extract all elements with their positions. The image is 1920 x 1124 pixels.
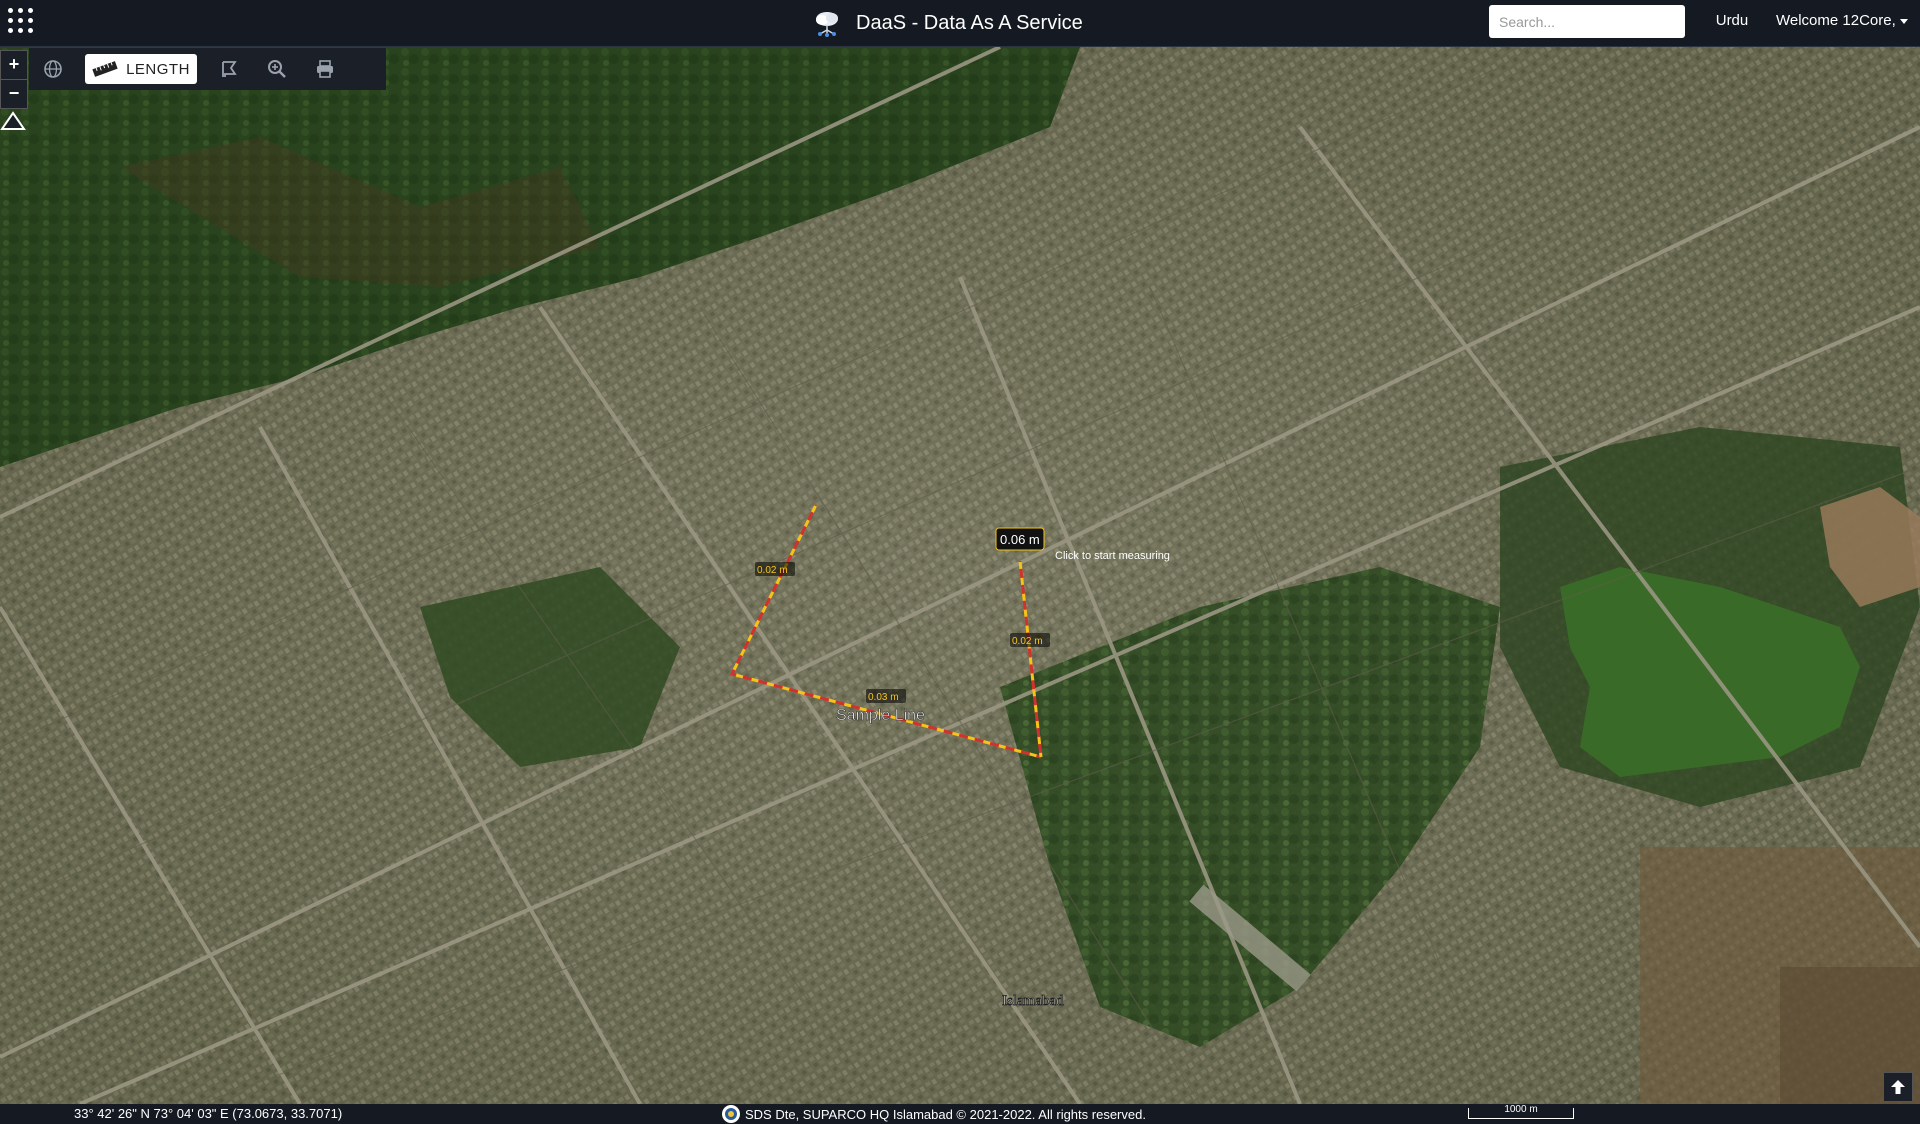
cursor-coordinates: 33° 42' 26" N 73° 04' 03" E (73.0673, 33… <box>74 1106 343 1121</box>
cloud-logo-icon <box>816 12 838 37</box>
apps-grid-icon[interactable] <box>8 8 36 36</box>
copyright-text: SDS Dte, SUPARCO HQ Islamabad © 2021-202… <box>745 1106 1146 1122</box>
search-input[interactable] <box>1489 5 1685 38</box>
scale-label: 1000 m <box>1504 1104 1538 1115</box>
map-toolbar: LENGTH <box>29 48 386 90</box>
satellite-imagery <box>0 47 1920 1104</box>
zoom-out-button[interactable]: − <box>0 80 28 109</box>
basemap-button[interactable] <box>29 48 77 90</box>
user-menu[interactable]: Welcome 12Core, <box>1776 12 1908 29</box>
zoom-tool-button[interactable] <box>253 48 301 90</box>
map-canvas[interactable]: 0.02 m 0.03 m 0.02 m 0.06 m Click to sta… <box>0 47 1920 1104</box>
print-button[interactable] <box>301 48 349 90</box>
zoom-controls: + − <box>0 50 28 109</box>
length-tool-button[interactable]: LENGTH <box>85 54 197 84</box>
printer-icon <box>317 60 333 78</box>
chevron-down-icon <box>1899 18 1908 24</box>
ruler-icon <box>92 61 118 77</box>
globe-icon <box>44 60 62 78</box>
polygon-flag-icon <box>222 61 237 77</box>
arrow-up-icon <box>1891 1080 1905 1094</box>
scale-bar: 1000 m <box>1468 1104 1574 1119</box>
top-bar: DaaS - Data As A Service Urdu Welcome 12… <box>0 0 1920 47</box>
status-bar: 33° 42' 26" N 73° 04' 03" E (73.0673, 33… <box>0 1104 1920 1124</box>
copyright: SDS Dte, SUPARCO HQ Islamabad © 2021-202… <box>721 1104 1146 1124</box>
scroll-top-button[interactable] <box>1883 1072 1913 1102</box>
suparco-logo-icon <box>722 1105 740 1123</box>
brand: DaaS - Data As A Service <box>812 6 1083 40</box>
welcome-label: Welcome 12Core, <box>1776 12 1896 29</box>
zoom-in-button[interactable]: + <box>0 50 28 80</box>
length-tool-label: LENGTH <box>126 60 190 78</box>
magnifier-icon <box>268 60 286 78</box>
north-arrow-icon[interactable] <box>0 110 26 132</box>
area-tool-button[interactable] <box>205 48 253 90</box>
language-link[interactable]: Urdu <box>1680 12 1784 29</box>
app-title: DaaS - Data As A Service <box>856 11 1083 34</box>
